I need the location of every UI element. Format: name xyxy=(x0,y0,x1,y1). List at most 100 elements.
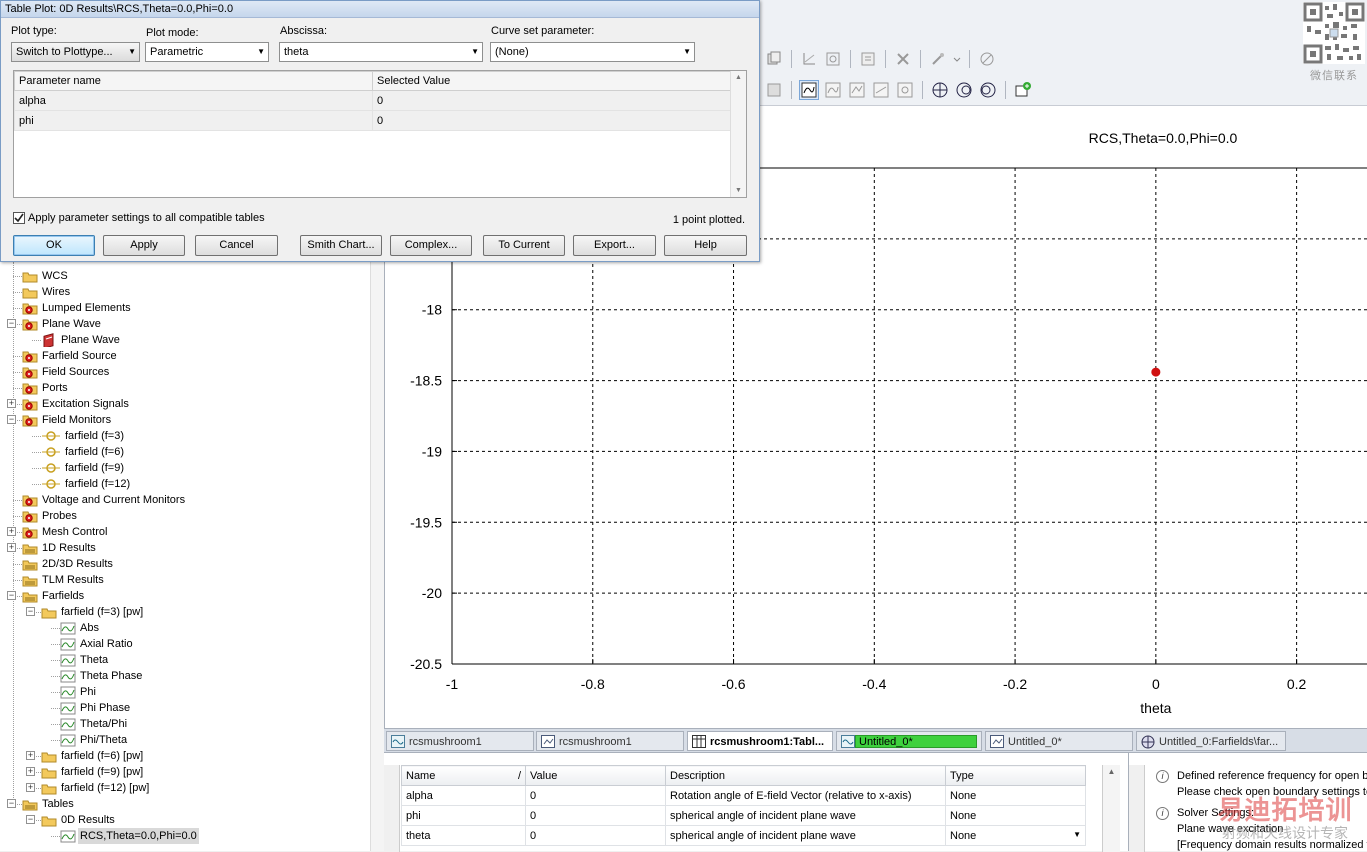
apply-button[interactable]: Apply xyxy=(103,235,185,256)
tree-item[interactable]: Lumped Elements xyxy=(22,300,133,316)
tree-item[interactable]: RCS,Theta=0.0,Phi=0.0 xyxy=(60,828,199,844)
selected-value-cell[interactable]: 0 xyxy=(372,110,731,131)
axis-icon[interactable] xyxy=(799,49,819,69)
expand-icon[interactable]: + xyxy=(26,751,35,760)
abscissa-dropdown[interactable]: theta ▼ xyxy=(279,42,483,62)
smith-chart-button[interactable]: Smith Chart... xyxy=(300,235,382,256)
tree-item[interactable]: 0D Results xyxy=(41,812,117,828)
tab-4[interactable]: Untitled_0* xyxy=(985,731,1133,751)
tree-item[interactable]: Wires xyxy=(22,284,72,300)
collapse-icon[interactable]: − xyxy=(7,319,16,328)
tree-item[interactable]: Plane Wave xyxy=(41,332,122,348)
tree-item[interactable]: Theta/Phi xyxy=(60,716,129,732)
admittance-chart-icon[interactable] xyxy=(978,80,998,100)
tree-item[interactable]: Axial Ratio xyxy=(60,636,135,652)
ok-button[interactable]: OK xyxy=(13,235,95,256)
chevron-down-icon[interactable]: ▼ xyxy=(1073,830,1081,839)
tree-item[interactable]: farfield (f=3) [pw] xyxy=(41,604,145,620)
tree-item[interactable]: farfield (f=3) xyxy=(41,428,126,444)
param-type[interactable]: None xyxy=(945,805,1086,826)
tree-item[interactable]: Mesh Control xyxy=(22,524,109,540)
column-header-parameter-name[interactable]: Parameter name xyxy=(14,71,373,91)
zoom-icon[interactable] xyxy=(823,49,843,69)
expand-icon[interactable]: + xyxy=(26,783,35,792)
mag-plot-icon[interactable] xyxy=(847,80,867,100)
tree-item[interactable]: Excitation Signals xyxy=(22,396,131,412)
tab-3[interactable]: Untitled_0* xyxy=(836,731,982,751)
curve-set-dropdown[interactable]: (None) ▼ xyxy=(490,42,695,62)
tree-item[interactable]: farfield (f=9) [pw] xyxy=(41,764,145,780)
param-name[interactable]: alpha xyxy=(401,785,526,806)
chevron-down-icon[interactable] xyxy=(952,49,962,69)
collapse-icon[interactable]: − xyxy=(7,799,16,808)
tree-item[interactable]: Probes xyxy=(22,508,79,524)
tree-item[interactable]: Phi xyxy=(60,684,98,700)
param-description[interactable]: Rotation angle of E-field Vector (relati… xyxy=(665,785,946,806)
stop-icon[interactable] xyxy=(977,49,997,69)
polar-icon[interactable] xyxy=(930,80,950,100)
apply-all-checkbox[interactable] xyxy=(13,212,25,224)
tree-item[interactable]: Abs xyxy=(60,620,101,636)
plot-type-dropdown[interactable]: Switch to Plottype... ▼ xyxy=(11,42,140,62)
expand-icon[interactable]: + xyxy=(7,543,16,552)
tree-item[interactable]: Voltage and Current Monitors xyxy=(22,492,187,508)
param-description[interactable]: spherical angle of incident plane wave xyxy=(665,825,946,846)
param-value[interactable]: 0 xyxy=(525,785,666,806)
tree-scrollbar[interactable] xyxy=(370,262,384,851)
tree-item[interactable]: Phi Phase xyxy=(60,700,132,716)
param-name[interactable]: theta xyxy=(401,825,526,846)
collapse-icon[interactable]: − xyxy=(26,607,35,616)
smith-chart-icon[interactable] xyxy=(954,80,974,100)
to-current-button[interactable]: To Current xyxy=(483,235,565,256)
param-value[interactable]: 0 xyxy=(525,825,666,846)
grid-scrollbar[interactable]: ▲ ▼ xyxy=(730,71,746,197)
tab-0[interactable]: rcsmushroom1 xyxy=(386,731,534,751)
column-header-selected-value[interactable]: Selected Value xyxy=(372,71,731,91)
table-row[interactable]: theta 0 spherical angle of incident plan… xyxy=(401,825,1086,846)
tree-item[interactable]: farfield (f=12) [pw] xyxy=(41,780,151,796)
scroll-down-icon[interactable]: ▼ xyxy=(731,187,746,194)
column-header-value[interactable]: Value xyxy=(525,765,666,786)
tree-item[interactable]: 2D/3D Results xyxy=(22,556,115,572)
expand-icon[interactable]: + xyxy=(7,399,16,408)
im-plot-icon[interactable] xyxy=(823,80,843,100)
navigation-tree[interactable]: WCS Wires Lumped Elements − Plane Wave Plane … xyxy=(0,262,384,851)
tree-item[interactable]: Farfield Source xyxy=(22,348,119,364)
table-row[interactable]: alpha 0 Rotation angle of E-field Vector… xyxy=(401,785,1086,806)
help-button[interactable]: Help xyxy=(664,235,747,256)
grid-icon[interactable] xyxy=(764,80,784,100)
tree-item[interactable]: farfield (f=6) xyxy=(41,444,126,460)
tree-item[interactable]: Phi/Theta xyxy=(60,732,129,748)
tree-item[interactable]: Farfields xyxy=(22,588,86,604)
collapse-icon[interactable]: − xyxy=(7,591,16,600)
param-value[interactable]: 0 xyxy=(525,805,666,826)
scroll-up-icon[interactable]: ▲ xyxy=(1103,767,1120,776)
expand-icon[interactable]: + xyxy=(26,767,35,776)
tree-item[interactable]: TLM Results xyxy=(22,572,106,588)
tree-item[interactable]: Field Sources xyxy=(22,364,111,380)
column-header-name[interactable]: Name / xyxy=(401,765,526,786)
tree-item[interactable]: WCS xyxy=(22,268,70,284)
table-row[interactable]: phi 0 spherical angle of incident plane … xyxy=(401,805,1086,826)
tree-item[interactable]: Field Monitors xyxy=(22,412,113,428)
marker-icon[interactable] xyxy=(928,49,948,69)
tab-2[interactable]: rcsmushroom1:Tabl... xyxy=(687,731,833,751)
add-plot-icon[interactable] xyxy=(1013,80,1033,100)
tree-item[interactable]: farfield (f=9) xyxy=(41,460,126,476)
expand-icon[interactable]: + xyxy=(7,527,16,536)
param-type[interactable]: None ▼ xyxy=(945,825,1086,846)
scroll-up-icon[interactable]: ▲ xyxy=(731,74,746,81)
tab-5[interactable]: Untitled_0:Farfields\far... xyxy=(1136,731,1286,751)
tree-item[interactable]: 1D Results xyxy=(22,540,98,556)
param-type[interactable]: None xyxy=(945,785,1086,806)
properties-icon[interactable] xyxy=(858,49,878,69)
db-plot-icon[interactable] xyxy=(895,80,915,100)
cancel-button[interactable]: Cancel xyxy=(195,235,278,256)
collapse-icon[interactable]: − xyxy=(26,815,35,824)
selected-value-cell[interactable]: 0 xyxy=(372,90,731,111)
parameter-table-scrollbar[interactable]: ▲ xyxy=(1102,765,1120,852)
collapse-icon[interactable]: − xyxy=(7,415,16,424)
tree-item[interactable]: Plane Wave xyxy=(22,316,103,332)
re-plot-icon[interactable] xyxy=(799,80,819,100)
tree-item[interactable]: Tables xyxy=(22,796,76,812)
